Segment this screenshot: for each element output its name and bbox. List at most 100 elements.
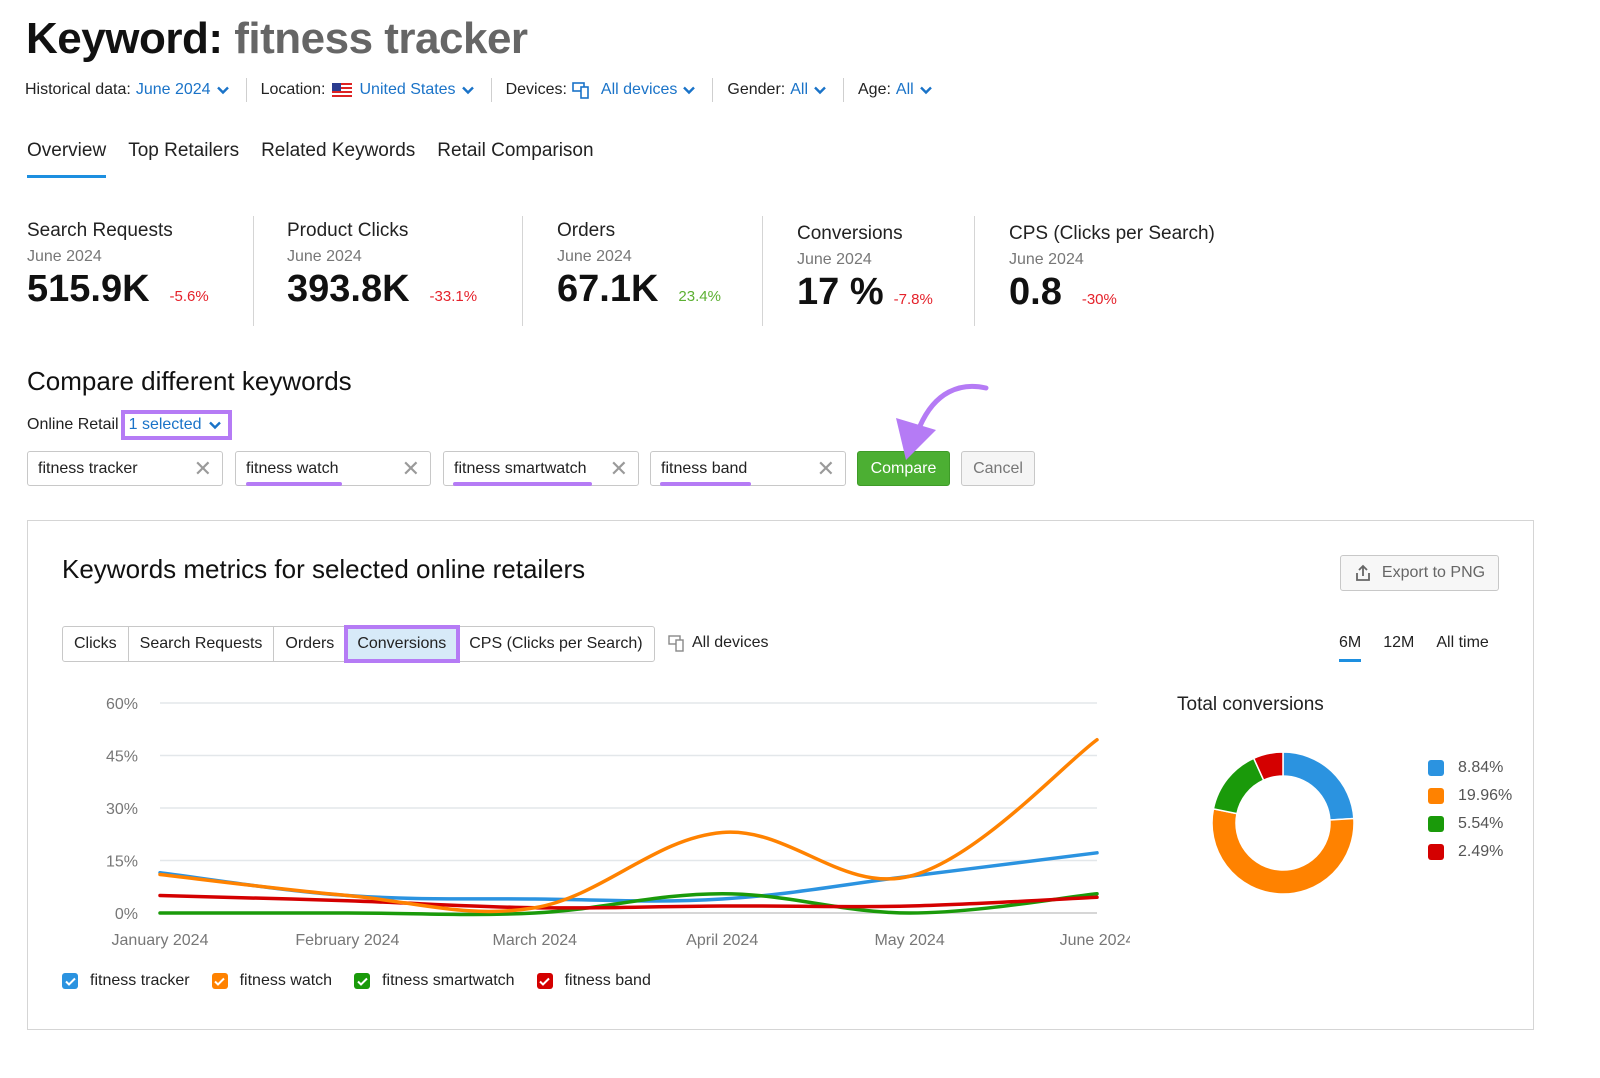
donut-legend-value: 8.84%: [1458, 758, 1504, 776]
kpi-label: CPS (Clicks per Search): [1009, 223, 1215, 244]
keyword-input-1[interactable]: fitness tracker ✕: [27, 451, 223, 486]
keyword-value: fitness tracker: [38, 459, 138, 477]
legend-label: fitness watch: [239, 972, 333, 989]
kpi-value: 0.8: [1009, 271, 1062, 313]
chevron-down-icon: [683, 86, 696, 95]
filter-value: All devices: [600, 81, 678, 98]
metric-tab-search-requests[interactable]: Search Requests: [129, 627, 275, 661]
donut-title: Total conversions: [1177, 694, 1324, 715]
close-icon[interactable]: ✕: [610, 457, 628, 480]
devices-icon: [668, 635, 684, 652]
chevron-down-icon: [814, 86, 826, 95]
kpi-date: June 2024: [287, 248, 362, 265]
kpi-date: June 2024: [557, 248, 632, 265]
donut-legend-value: 2.49%: [1458, 842, 1504, 860]
kpi-cps: CPS (Clicks per Search) June 2024 0.8 -30…: [975, 216, 1235, 326]
close-icon[interactable]: ✕: [194, 457, 212, 480]
kpi-orders: Orders June 2024 67.1K 23.4%: [523, 216, 762, 326]
keyword-value: fitness watch: [246, 459, 339, 477]
checkbox-checked-icon[interactable]: [211, 973, 228, 989]
donut-slice-fitness-watch: [1211, 807, 1355, 895]
legend-item-fitness-tracker[interactable]: fitness tracker: [62, 972, 190, 990]
retail-selected-value: 1 selected: [128, 416, 202, 433]
page-title: Keyword: fitness tracker: [26, 14, 528, 64]
checkbox-checked-icon[interactable]: [62, 973, 78, 989]
legend-item-fitness-band[interactable]: fitness band: [536, 972, 651, 990]
export-label: Export to PNG: [1381, 564, 1486, 581]
x-tick-label: February 2024: [295, 932, 399, 949]
filter-age[interactable]: Age: All: [858, 81, 933, 99]
tab-retail-comparison[interactable]: Retail Comparison: [437, 140, 593, 178]
keyword-input-4[interactable]: fitness band ✕: [650, 451, 846, 486]
donut-legend-item: 2.49%: [1428, 842, 1512, 861]
donut-legend-value: 5.54%: [1458, 814, 1504, 832]
metric-tabs: Clicks Search Requests Orders Conversion…: [62, 625, 655, 663]
filter-devices[interactable]: Devices: All devices: [506, 81, 697, 99]
chevron-down-icon: [208, 421, 221, 430]
chart-legend: fitness tracker fitness watch fitness sm…: [62, 972, 651, 990]
legend-swatch: [1428, 815, 1444, 832]
title-prefix: Keyword:: [26, 14, 223, 63]
donut-legend-item: 19.96%: [1428, 786, 1512, 805]
x-tick-label: June 2024: [1060, 932, 1130, 949]
y-tick-label: 60%: [106, 696, 138, 713]
title-keyword: fitness tracker: [234, 14, 528, 63]
series-line-fitness-watch: [158, 738, 1099, 914]
tab-top-retailers[interactable]: Top Retailers: [128, 140, 239, 178]
range-6m[interactable]: 6M: [1339, 634, 1362, 662]
panel-title: Keywords metrics for selected online ret…: [62, 554, 586, 584]
metric-tab-conversions[interactable]: Conversions: [344, 625, 461, 663]
export-png-button[interactable]: Export to PNG: [1340, 555, 1499, 591]
divider: [712, 78, 714, 102]
retail-select-dropdown[interactable]: 1 selected: [120, 410, 232, 440]
online-retail-label: Online Retail: [27, 416, 119, 433]
metric-tab-clicks[interactable]: Clicks: [63, 627, 129, 661]
filter-historical-data[interactable]: Historical data: June 2024: [25, 81, 230, 99]
kpi-date: June 2024: [1009, 251, 1084, 268]
filter-bar: Historical data: June 2024 Location: Uni…: [25, 78, 933, 102]
kpi-value: 17 %: [797, 271, 884, 313]
y-tick-label: 45%: [106, 749, 138, 766]
filter-label: Devices:: [505, 81, 567, 98]
kpi-change: -30%: [1081, 291, 1117, 308]
kpi-value: 515.9K: [27, 268, 150, 310]
y-tick-label: 15%: [106, 854, 138, 871]
kpi-label: Orders: [557, 220, 616, 241]
panel-devices-filter[interactable]: All devices: [668, 634, 768, 652]
highlight-underline: [660, 482, 751, 486]
legend-label: fitness smartwatch: [382, 972, 515, 989]
kpi-label: Product Clicks: [287, 220, 409, 241]
range-12m[interactable]: 12M: [1383, 634, 1414, 662]
x-tick-label: March 2024: [493, 932, 578, 949]
donut-legend-item: 5.54%: [1428, 814, 1512, 833]
x-tick-label: January 2024: [112, 932, 209, 949]
tab-overview[interactable]: Overview: [27, 140, 107, 178]
checkbox-checked-icon[interactable]: [536, 973, 553, 989]
tab-related-keywords[interactable]: Related Keywords: [261, 140, 415, 178]
compare-title: Compare different keywords: [27, 366, 352, 396]
legend-label: fitness tracker: [90, 972, 190, 989]
keyword-input-3[interactable]: fitness smartwatch ✕: [443, 451, 639, 486]
metric-tab-cps[interactable]: CPS (Clicks per Search): [458, 627, 653, 661]
filter-label: Historical data:: [25, 81, 131, 98]
filter-label: Location:: [260, 81, 326, 98]
close-icon[interactable]: ✕: [402, 457, 420, 480]
us-flag-icon: [331, 83, 352, 97]
close-icon[interactable]: ✕: [817, 457, 835, 480]
kpi-date: June 2024: [797, 251, 872, 268]
range-all-time[interactable]: All time: [1436, 634, 1488, 662]
kpi-value: 393.8K: [287, 268, 410, 310]
filter-value: All: [895, 81, 914, 98]
checkbox-checked-icon[interactable]: [354, 973, 371, 989]
kpi-search-requests: Search Requests June 2024 515.9K -5.6%: [27, 216, 253, 326]
legend-item-fitness-watch[interactable]: fitness watch: [211, 972, 333, 990]
keyword-value: fitness band: [661, 459, 748, 477]
keyword-input-2[interactable]: fitness watch ✕: [235, 451, 431, 486]
total-conversions-donut: [1211, 751, 1355, 895]
metric-tab-orders[interactable]: Orders: [274, 627, 347, 661]
kpi-change: -7.8%: [893, 291, 933, 308]
divider: [843, 78, 844, 102]
filter-location[interactable]: Location: United States: [261, 81, 475, 99]
legend-item-fitness-smartwatch[interactable]: fitness smartwatch: [354, 972, 515, 990]
filter-gender[interactable]: Gender: All: [727, 81, 827, 99]
